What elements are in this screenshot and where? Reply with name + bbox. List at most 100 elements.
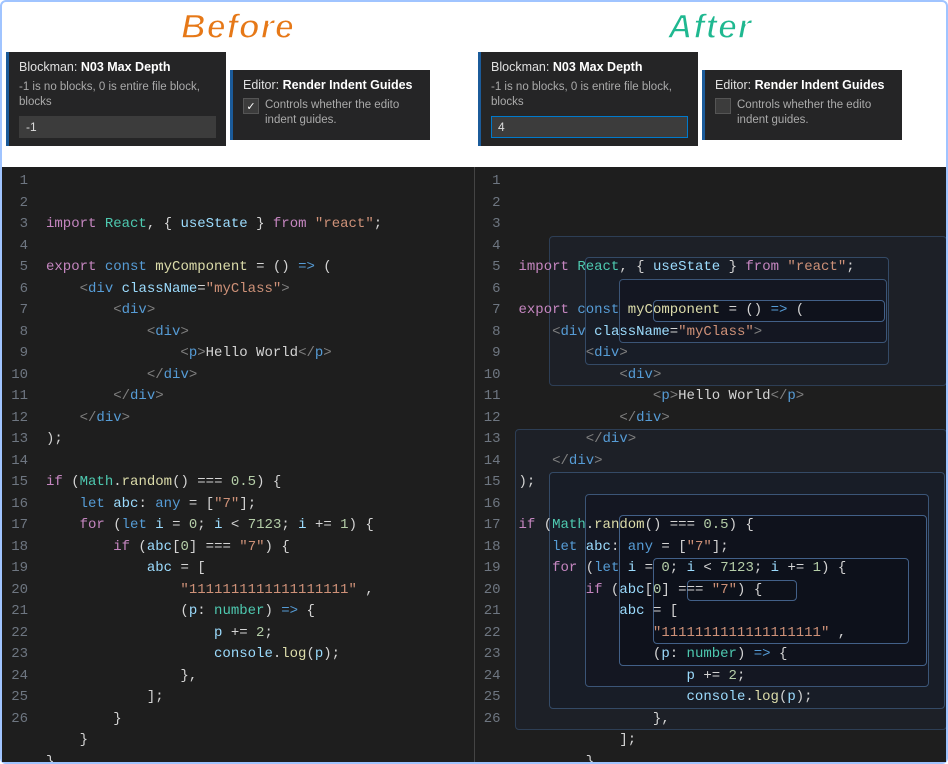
render-checkbox-before[interactable]: ✓: [243, 98, 259, 114]
code-line[interactable]: </div>: [509, 408, 947, 430]
line-number: 26: [6, 709, 28, 731]
setting-title: Editor: Render Indent Guides: [715, 78, 892, 92]
line-number: 11: [479, 386, 501, 408]
code-line[interactable]: [36, 236, 474, 258]
code-line[interactable]: },: [509, 709, 947, 731]
line-number: 20: [6, 580, 28, 602]
line-gutter: 1234567891011121314151617181920212223242…: [475, 167, 509, 762]
code-line[interactable]: ];: [509, 730, 947, 752]
code-line[interactable]: for (let i = 0; i < 7123; i += 1) {: [36, 515, 474, 537]
line-number: 15: [6, 472, 28, 494]
line-number: 2: [6, 193, 28, 215]
line-number: 5: [6, 257, 28, 279]
code-line[interactable]: }: [36, 730, 474, 752]
code-line[interactable]: );: [36, 429, 474, 451]
code-line[interactable]: export const myComponent = () => (: [509, 300, 947, 322]
line-number: 21: [6, 601, 28, 623]
code-line[interactable]: "1111111111111111111" ,: [509, 623, 947, 645]
settings-row: Blockman: N03 Max Depth -1 is no blocks,…: [2, 52, 946, 167]
line-number: 25: [479, 687, 501, 709]
line-number: 23: [479, 644, 501, 666]
code-line[interactable]: <div>: [509, 343, 947, 365]
line-number: 5: [479, 257, 501, 279]
line-number: 21: [479, 601, 501, 623]
setting-title: Editor: Render Indent Guides: [243, 78, 420, 92]
code-line[interactable]: console.log(p);: [509, 687, 947, 709]
line-number: 22: [6, 623, 28, 645]
code-line[interactable]: <div>: [36, 322, 474, 344]
code-line[interactable]: import React, { useState } from "react";: [509, 257, 947, 279]
code-line[interactable]: let abc: any = ["7"];: [36, 494, 474, 516]
code-line[interactable]: <p>Hello World</p>: [36, 343, 474, 365]
line-number: 2: [479, 193, 501, 215]
code-line[interactable]: <div className="myClass">: [36, 279, 474, 301]
comparison-headers: Before After: [2, 2, 946, 52]
code-line[interactable]: "1111111111111111111" ,: [36, 580, 474, 602]
code-line[interactable]: }: [509, 752, 947, 763]
setting-description: -1 is no blocks, 0 is entire file block,…: [491, 80, 688, 110]
line-number: 23: [6, 644, 28, 666]
depth-input-after[interactable]: [491, 116, 688, 138]
code-line[interactable]: </div>: [509, 451, 947, 473]
code-line[interactable]: </div>: [36, 365, 474, 387]
code-line[interactable]: p += 2;: [509, 666, 947, 688]
code-line[interactable]: [509, 494, 947, 516]
line-number: 9: [479, 343, 501, 365]
code-area[interactable]: import React, { useState } from "react";…: [509, 167, 947, 762]
line-number: 18: [479, 537, 501, 559]
code-line[interactable]: console.log(p);: [36, 644, 474, 666]
code-line[interactable]: <div className="myClass">: [509, 322, 947, 344]
code-line[interactable]: <div>: [509, 365, 947, 387]
code-panels: 1234567891011121314151617181920212223242…: [2, 167, 946, 762]
code-line[interactable]: abc = [: [36, 558, 474, 580]
code-panel-before[interactable]: 1234567891011121314151617181920212223242…: [2, 167, 475, 762]
line-gutter: 1234567891011121314151617181920212223242…: [2, 167, 36, 762]
code-line[interactable]: p += 2;: [36, 623, 474, 645]
code-line[interactable]: [509, 279, 947, 301]
line-number: 15: [479, 472, 501, 494]
code-panel-after[interactable]: 1234567891011121314151617181920212223242…: [475, 167, 947, 762]
code-line[interactable]: (p: number) => {: [36, 601, 474, 623]
code-line[interactable]: </div>: [509, 429, 947, 451]
line-number: 17: [6, 515, 28, 537]
line-number: 3: [479, 214, 501, 236]
setting-title: Blockman: N03 Max Depth: [491, 60, 688, 74]
line-number: 7: [6, 300, 28, 322]
code-line[interactable]: (p: number) => {: [509, 644, 947, 666]
line-number: 20: [479, 580, 501, 602]
code-line[interactable]: [36, 451, 474, 473]
line-number: 14: [479, 451, 501, 473]
line-number: 12: [6, 408, 28, 430]
code-line[interactable]: <p>Hello World</p>: [509, 386, 947, 408]
depth-input-before[interactable]: [19, 116, 216, 138]
line-number: 9: [6, 343, 28, 365]
code-line[interactable]: if (abc[0] === "7") {: [36, 537, 474, 559]
code-line[interactable]: },: [36, 666, 474, 688]
line-number: 4: [479, 236, 501, 258]
code-area[interactable]: import React, { useState } from "react";…: [36, 167, 474, 762]
render-checkbox-after[interactable]: [715, 98, 731, 114]
code-line[interactable]: );: [509, 472, 947, 494]
line-number: 17: [479, 515, 501, 537]
blockman-depth-setting-before: Blockman: N03 Max Depth -1 is no blocks,…: [6, 52, 226, 146]
code-line[interactable]: abc = [: [509, 601, 947, 623]
line-number: 10: [6, 365, 28, 387]
line-number: 19: [6, 558, 28, 580]
code-line[interactable]: <div>: [36, 300, 474, 322]
code-line[interactable]: if (Math.random() === 0.5) {: [36, 472, 474, 494]
code-line[interactable]: import React, { useState } from "react";: [36, 214, 474, 236]
code-line[interactable]: }: [36, 752, 474, 763]
line-number: 6: [479, 279, 501, 301]
code-line[interactable]: </div>: [36, 386, 474, 408]
line-number: 12: [479, 408, 501, 430]
code-line[interactable]: if (abc[0] === "7") {: [509, 580, 947, 602]
code-line[interactable]: export const myComponent = () => (: [36, 257, 474, 279]
code-line[interactable]: if (Math.random() === 0.5) {: [509, 515, 947, 537]
line-number: 10: [479, 365, 501, 387]
code-line[interactable]: }: [36, 709, 474, 731]
code-line[interactable]: ];: [36, 687, 474, 709]
setting-description: -1 is no blocks, 0 is entire file block,…: [19, 80, 216, 110]
code-line[interactable]: let abc: any = ["7"];: [509, 537, 947, 559]
code-line[interactable]: for (let i = 0; i < 7123; i += 1) {: [509, 558, 947, 580]
code-line[interactable]: </div>: [36, 408, 474, 430]
